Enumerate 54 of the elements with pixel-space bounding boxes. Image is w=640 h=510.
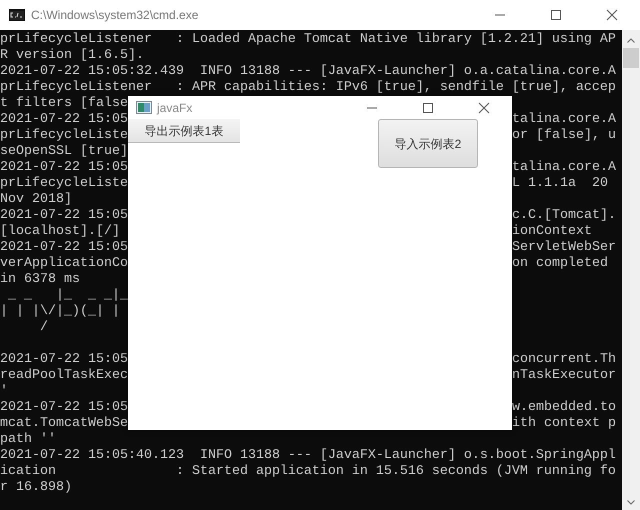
import-button[interactable]: 导入示例表2: [378, 119, 478, 168]
console-line: 2021-07-22 15:05: [0, 160, 128, 175]
console-line: [localhost].[/]: [0, 224, 120, 239]
console-line: 2021-07-22 15:05: [0, 112, 128, 127]
scrollbar[interactable]: [622, 30, 640, 510]
close-icon[interactable]: [478, 102, 490, 114]
console-line: 2021-07-22 15:05: [0, 400, 128, 415]
app-icon: [136, 101, 152, 114]
maximize-icon[interactable]: [550, 9, 562, 21]
console-line: 2021-07-22 15:05: [0, 208, 128, 223]
console-line: r 16.898): [0, 480, 72, 495]
console-line: w.embedded.to: [512, 400, 616, 415]
window-title: javaFx: [157, 100, 192, 116]
console-icon: [9, 9, 25, 21]
console-line: 2021-07-22 15:05:40.123 INFO 13188 --- [JavaFX-Launcher] o.s.boot.SpringAppl: [0, 448, 616, 463]
console-line: prLifecycleListe: [0, 128, 128, 143]
console-line: | | |\/|_)(_| |: [0, 304, 121, 319]
scroll-up-icon[interactable]: [627, 38, 635, 43]
console-line: prLifecycleListe: [0, 176, 128, 191]
console-line: ': [0, 384, 8, 399]
console-line: R version [1.6.5].: [0, 48, 144, 63]
scroll-thumb[interactable]: [623, 48, 639, 68]
console-line: ionContext: [512, 224, 592, 239]
console-line: talina.core.A: [512, 112, 616, 127]
console-line: t filters [false: [0, 96, 128, 111]
console-line: /: [38, 320, 48, 335]
console-line: ication : Started application in 15.516 seconds (JVM running fo: [0, 464, 616, 479]
export-button[interactable]: 导出示例表1表: [128, 119, 240, 143]
console-line: concurrent.Th: [512, 352, 616, 367]
console-line: seOpenSSL [true]: [0, 144, 128, 159]
console-line: ServletWebSer: [512, 240, 616, 255]
console-line: 2021-07-22 15:05: [0, 352, 128, 367]
console-line: mcat.TomcatWebSe: [0, 416, 128, 431]
console-line: Nov 2018]: [0, 192, 72, 207]
maximize-icon[interactable]: [422, 102, 434, 114]
console-line: on completed: [512, 256, 608, 271]
console-line: or [false], u: [512, 128, 616, 143]
console-line: prLifecycleListener : APR capabilities: IPv6 [true], sendfile [true], accep: [0, 80, 616, 95]
console-line: _ _ |_ _ _|_: [6, 288, 128, 303]
console-line: in 6378 ms: [0, 272, 80, 287]
console-line: 2021-07-22 15:05: [0, 240, 128, 255]
console-line: path '': [0, 432, 56, 447]
console-line: verApplicationCo: [0, 256, 128, 271]
console-line: nTaskExecutor: [512, 368, 616, 383]
window-title: C:\Windows\system32\cmd.exe: [31, 7, 198, 24]
console-line: readPoolTaskExec: [0, 368, 128, 383]
close-icon[interactable]: [606, 9, 618, 21]
console-line: ith context p: [512, 416, 616, 431]
console-line: prLifecycleListener : Loaded Apache Tomcat Native library [1.2.21] using AP: [0, 32, 616, 47]
console-line: L 1.1.1a 20: [512, 176, 608, 191]
scroll-down-icon[interactable]: [627, 500, 635, 505]
console-line: talina.core.A: [512, 160, 616, 175]
console-line: c.C.[Tomcat].: [512, 208, 616, 223]
console-line: 2021-07-22 15:05:32.439 INFO 13188 --- [JavaFX-Launcher] o.a.catalina.core.A: [0, 64, 616, 79]
